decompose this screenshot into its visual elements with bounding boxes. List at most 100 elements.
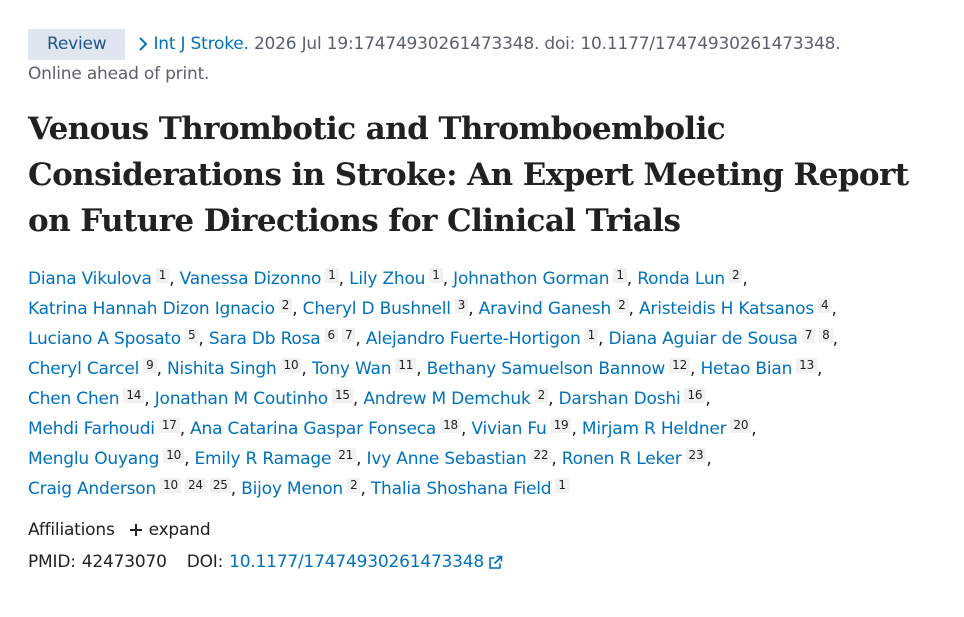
author-name-link[interactable]: Diana Vikulova [28, 269, 152, 289]
author-name-link[interactable]: Lily Zhou [349, 269, 425, 289]
author-name-link[interactable]: Ronda Lun [637, 269, 725, 289]
author-name-link[interactable]: Chen Chen [28, 389, 120, 409]
author: Alejandro Fuerte-Hortigon 1, [365, 328, 604, 349]
author-name-link[interactable]: Alejandro Fuerte-Hortigon [366, 329, 581, 349]
affiliation-number[interactable]: 23 [685, 448, 707, 463]
author-name-link[interactable]: Ana Catarina Gaspar Fonseca [190, 419, 436, 439]
author-name-link[interactable]: Craig Anderson [28, 479, 156, 499]
author-name-link[interactable]: Diana Aguiar de Sousa [608, 329, 797, 349]
affiliation-number[interactable]: 7 [341, 328, 356, 343]
affiliation-number[interactable]: 11 [395, 358, 417, 373]
affiliation-number[interactable]: 14 [123, 388, 145, 403]
affiliation-number[interactable]: 16 [684, 388, 706, 403]
author-name-link[interactable]: Johnathon Gorman [453, 269, 609, 289]
article-page: Review Int J Stroke. 2026 Jul 19:1747493… [0, 0, 948, 572]
affiliation-number[interactable]: 1 [325, 268, 339, 283]
author-name-link[interactable]: Sara Db Rosa [209, 329, 321, 349]
author: Hetao Bian 13, [700, 358, 823, 379]
author-name-link[interactable]: Aravind Ganesh [479, 299, 612, 319]
author: Craig Anderson 10 24 25, [28, 478, 236, 499]
affiliation-number[interactable]: 1 [555, 478, 569, 493]
affiliation-number[interactable]: 20 [730, 418, 752, 433]
author: Menglu Ouyang 10, [28, 448, 190, 469]
affiliation-number[interactable]: 1 [155, 268, 170, 283]
affiliation-number[interactable]: 5 [184, 328, 199, 343]
author-name-link[interactable]: Emily R Ramage [195, 449, 332, 469]
affiliation-number[interactable]: 9 [143, 358, 157, 373]
author-name-link[interactable]: Bethany Samuelson Bannow [427, 359, 666, 379]
citation-text: 2026 Jul 19:17474930261473348. doi: 10.1… [253, 34, 841, 54]
affiliation-number[interactable]: 1 [429, 268, 443, 283]
author-name-link[interactable]: Katrina Hannah Dizon Ignacio [28, 299, 275, 319]
affiliation-number[interactable]: 17 [158, 418, 180, 433]
author: Chen Chen 14, [28, 388, 150, 409]
affiliation-number[interactable]: 1 [584, 328, 599, 343]
author: Ronda Lun 2, [637, 268, 748, 289]
external-link-icon[interactable] [488, 555, 503, 570]
author-name-link[interactable]: Cheryl Carcel [28, 359, 139, 379]
author-name-link[interactable]: Ronen R Leker [562, 449, 682, 469]
affiliation-number[interactable]: 2 [534, 388, 549, 403]
affiliation-number[interactable]: 7 [801, 328, 816, 343]
affiliation-number[interactable]: 2 [347, 478, 361, 493]
author: Andrew M Demchuk 2, [363, 388, 554, 409]
affiliation-number[interactable]: 10 [280, 358, 302, 373]
author-line: Mehdi Farhoudi 17, Ana Catarina Gaspar Fo… [28, 414, 948, 444]
author: Ana Catarina Gaspar Fonseca 18, [190, 418, 467, 439]
author-name-link[interactable]: Bijoy Menon [241, 479, 343, 499]
author-name-link[interactable]: Ivy Anne Sebastian [367, 449, 527, 469]
affiliation-number[interactable]: 4 [818, 298, 832, 313]
author-name-link[interactable]: Nishita Singh [167, 359, 277, 379]
author-name-link[interactable]: Jonathan M Coutinho [155, 389, 329, 409]
affiliation-number[interactable]: 22 [530, 448, 552, 463]
affiliation-number[interactable]: 1 [613, 268, 627, 283]
author-name-link[interactable]: Vanessa Dizonno [180, 269, 322, 289]
author-name-link[interactable]: Tony Wan [312, 359, 392, 379]
author-name-link[interactable]: Luciano A Sposato [28, 329, 181, 349]
author-name-link[interactable]: Andrew M Demchuk [363, 389, 531, 409]
author-name-link[interactable]: Darshan Doshi [559, 389, 681, 409]
article-title: Venous Thrombotic and Thromboembolic Con… [28, 111, 909, 239]
affiliation-number[interactable]: 2 [728, 268, 743, 283]
author-name-link[interactable]: Aristeidis H Katsanos [639, 299, 814, 319]
author-name-link[interactable]: Vivian Fu [471, 419, 546, 439]
affiliation-number[interactable]: 24 [184, 478, 206, 493]
author: Sara Db Rosa 6 7, [208, 328, 361, 349]
pmid-label: PMID: [28, 552, 76, 572]
doi-link[interactable]: 10.1177/17474930261473348 [229, 552, 484, 572]
author: Aravind Ganesh 2, [478, 298, 634, 319]
author-name-link[interactable]: Mirjam R Heldner [582, 419, 727, 439]
author: Emily R Ramage 21, [194, 448, 362, 469]
author-name-link[interactable]: Mehdi Farhoudi [28, 419, 155, 439]
author: Bijoy Menon 2, [241, 478, 366, 499]
author-line: Chen Chen 14, Jonathan M Coutinho 15, Andr… [28, 384, 948, 414]
author: Johnathon Gorman 1, [453, 268, 632, 289]
affiliation-number[interactable]: 10 [163, 448, 185, 463]
affiliation-number[interactable]: 8 [819, 328, 833, 343]
author: Mirjam R Heldner 20, [581, 418, 757, 439]
author-line: Diana Vikulova 1, Vanessa Dizonno 1, Lily … [28, 264, 948, 294]
affiliation-number[interactable]: 19 [550, 418, 572, 433]
affiliation-number[interactable]: 12 [669, 358, 691, 373]
affiliation-number[interactable]: 2 [615, 298, 629, 313]
plus-icon[interactable] [129, 523, 143, 537]
journal-link[interactable]: Int J Stroke. [153, 34, 248, 54]
affiliations-row: Affiliations expand [28, 520, 948, 540]
affiliation-number[interactable]: 13 [796, 358, 818, 373]
author-name-link[interactable]: Thalia Shoshana Field [371, 479, 552, 499]
author: Lily Zhou 1, [349, 268, 448, 289]
author-line: Katrina Hannah Dizon Ignacio 2, Cheryl D … [28, 294, 948, 324]
affiliation-number[interactable]: 2 [278, 298, 293, 313]
affiliation-number[interactable]: 15 [332, 388, 353, 403]
affiliation-number[interactable]: 3 [454, 298, 469, 313]
author-name-link[interactable]: Cheryl D Bushnell [303, 299, 451, 319]
affiliation-number[interactable]: 10 [160, 478, 181, 493]
affiliation-number[interactable]: 6 [324, 328, 338, 343]
expand-affiliations-button[interactable]: expand [149, 520, 211, 540]
author-name-link[interactable]: Hetao Bian [700, 359, 792, 379]
affiliation-number[interactable]: 18 [440, 418, 461, 433]
affiliation-number[interactable]: 21 [335, 448, 357, 463]
affiliation-number[interactable]: 25 [209, 478, 231, 493]
affiliations-label: Affiliations [28, 520, 115, 540]
author-name-link[interactable]: Menglu Ouyang [28, 449, 159, 469]
